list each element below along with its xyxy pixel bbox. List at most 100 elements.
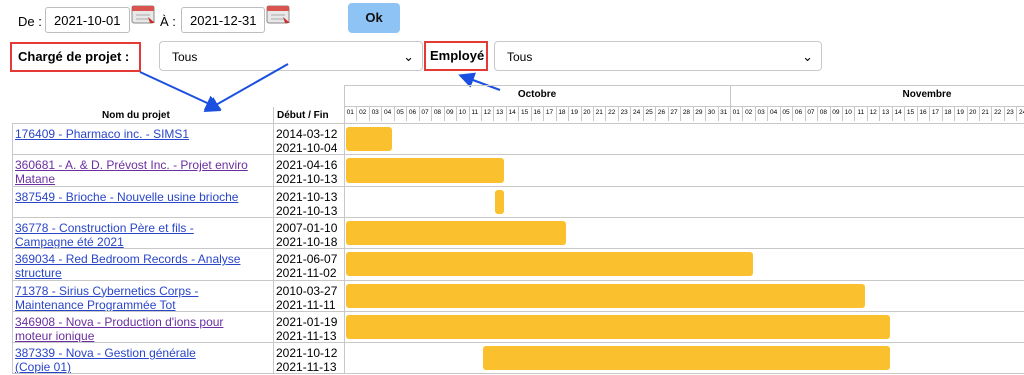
- gantt-bar[interactable]: [346, 314, 890, 340]
- day-label: 05: [782, 109, 790, 116]
- day-label: 19: [570, 109, 578, 116]
- gantt-bar[interactable]: [346, 220, 567, 246]
- project-link[interactable]: 360681 - A. & D. Prévost Inc. - Projet e…: [15, 158, 270, 186]
- day-label: 08: [819, 109, 827, 116]
- day-label: 09: [446, 109, 454, 116]
- project-name-line: Maintenance Programmée Tot: [15, 297, 176, 312]
- project-link[interactable]: 71378 - Sirius Cybernetics Corps - Mainte…: [15, 284, 270, 312]
- day-label: 17: [545, 109, 554, 116]
- row-divider: [12, 342, 1024, 344]
- day-label: 27: [670, 109, 678, 116]
- day-label: 19: [956, 109, 964, 116]
- project-link[interactable]: 369034 - Red Bedroom Records - Analyse st…: [15, 252, 270, 280]
- grid-line: [468, 107, 470, 121]
- grid-line: [779, 107, 781, 121]
- day-label: 21: [981, 109, 989, 116]
- start-date: 2021-04-16: [276, 158, 338, 173]
- day-label: 12: [483, 109, 491, 116]
- project-dates: 2021-06-07 2021-11-02: [276, 252, 344, 280]
- end-date: 2021-10-13: [276, 203, 338, 218]
- row-divider: [12, 248, 1024, 250]
- end-date: 2021-11-13: [276, 360, 337, 375]
- grid-line: [356, 107, 358, 121]
- project-name-line: moteur ionique: [15, 328, 95, 343]
- grid-line: [605, 107, 607, 121]
- day-label: 02: [745, 109, 753, 116]
- start-date: 2014-03-12: [276, 127, 338, 141]
- end-date: 2021-10-04: [276, 141, 338, 155]
- row-divider: [12, 373, 1024, 375]
- grid-line: [493, 107, 495, 121]
- project-link[interactable]: 346908 - Nova - Production d'ions pour mo…: [15, 315, 270, 343]
- gantt-bar[interactable]: [346, 252, 753, 277]
- day-label: 12: [869, 109, 877, 116]
- end-date: 2021-11-13: [276, 328, 337, 343]
- grid-line: [580, 107, 582, 121]
- grid-line: [854, 107, 856, 121]
- project-name-line: 36778 - Construction Père et fils -: [15, 220, 194, 235]
- day-label: 14: [508, 109, 516, 116]
- grid-line: [480, 107, 482, 121]
- grid-line: [593, 107, 594, 121]
- project-dates: 2014-03-12 2021-10-04: [276, 127, 344, 155]
- grid-line: [1003, 107, 1005, 121]
- end-date: 2021-10-13: [276, 172, 338, 187]
- gantt-bar[interactable]: [346, 283, 865, 308]
- grid-line: [456, 107, 458, 121]
- grid-line: [792, 107, 794, 121]
- day-label: 02: [359, 109, 367, 116]
- grid-line: [344, 107, 345, 121]
- project-link[interactable]: 387549 - Brioche - Nouvelle usine brioch…: [15, 190, 270, 204]
- grid-line: [842, 107, 843, 121]
- grid-line: [1016, 107, 1018, 121]
- gantt-bar[interactable]: [346, 158, 504, 183]
- grid-line: [891, 107, 893, 121]
- project-name-line: structure: [15, 266, 62, 281]
- project-link[interactable]: 176409 - Pharmaco inc. - SIMS1: [15, 127, 270, 141]
- grid-line: [742, 107, 744, 121]
- gantt-bar[interactable]: [495, 189, 505, 214]
- end-date: 2021-10-18: [276, 234, 338, 249]
- start-date: 2007-01-10: [276, 220, 338, 235]
- project-link[interactable]: 387339 - Nova - Gestion générale (Copie 0…: [15, 346, 270, 374]
- day-label: 17: [931, 109, 940, 116]
- day-label: 05: [396, 109, 404, 116]
- day-label: 13: [882, 109, 890, 116]
- project-name-line: 369034 - Red Bedroom Records - Analyse: [15, 252, 241, 267]
- grid-line: [418, 107, 420, 121]
- day-label: 10: [844, 109, 852, 116]
- day-label: 23: [1006, 109, 1014, 116]
- grid-line: [344, 85, 1024, 86]
- day-label: 28: [682, 109, 691, 116]
- grid-line: [431, 107, 433, 121]
- start-date: 2021-06-07: [276, 252, 338, 267]
- grid-line: [692, 107, 694, 121]
- grid-line: [344, 85, 345, 375]
- grid-line: [617, 107, 619, 121]
- grid-line: [368, 107, 370, 121]
- day-label: 07: [421, 109, 429, 116]
- month-header-november: Novembre: [902, 89, 952, 100]
- grid-line: [767, 107, 769, 121]
- project-link[interactable]: 36778 - Construction Père et fils - Campa…: [15, 221, 270, 249]
- grid-line: [978, 107, 980, 121]
- grid-line: [941, 107, 943, 121]
- day-label: 16: [919, 109, 927, 116]
- row-divider: [12, 216, 1024, 218]
- grid-line: [904, 107, 906, 121]
- day-label: 30: [707, 109, 715, 116]
- project-name-line: 176409 - Pharmaco inc. - SIMS1: [15, 127, 190, 141]
- grid-line: [655, 107, 657, 121]
- grid-line: [406, 107, 408, 121]
- day-header-row: 01 02 03 04 05 06 07 08 09 10 11 12 13 14 15 16 17 18 19 20…: [0, 107, 1024, 121]
- gantt-bar[interactable]: [482, 346, 890, 371]
- day-label: 22: [608, 109, 616, 116]
- end-date: 2021-11-02: [276, 266, 337, 281]
- gantt-bar[interactable]: [346, 127, 392, 152]
- project-name-line: 71378 - Sirius Cybernetics Corps -: [15, 283, 199, 298]
- project-name-line: 346908 - Nova - Production d'ions pour: [15, 314, 224, 329]
- grid-line: [630, 107, 632, 121]
- day-label: 11: [471, 109, 479, 116]
- grid-line: [273, 107, 274, 375]
- project-dates: 2021-04-16 2021-10-13: [276, 158, 344, 186]
